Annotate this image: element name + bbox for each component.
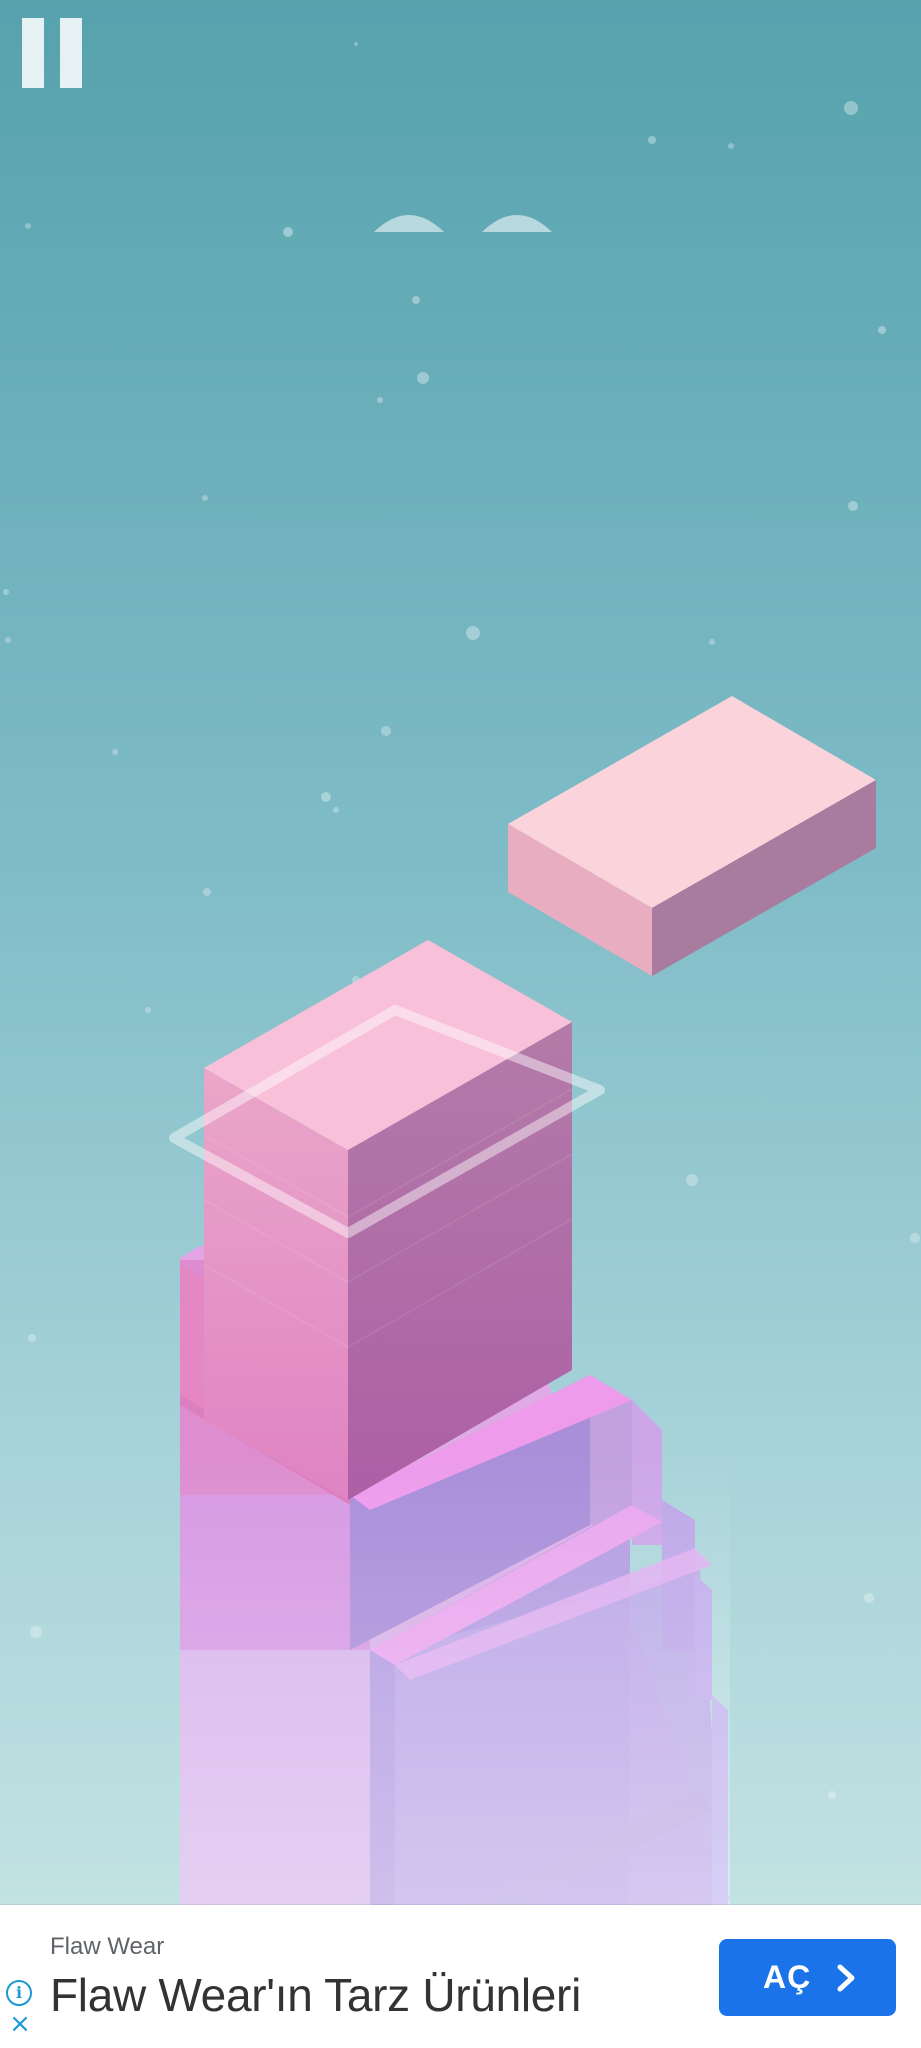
ad-advertiser: Flaw Wear bbox=[50, 1933, 165, 1960]
ad-headline[interactable]: Flaw Wear'ın Tarz Ürünleri bbox=[50, 1968, 581, 2022]
pause-button[interactable] bbox=[20, 18, 86, 90]
close-icon[interactable]: × bbox=[8, 2011, 32, 2037]
game-scene[interactable] bbox=[0, 0, 921, 1905]
info-icon[interactable]: i bbox=[6, 1980, 32, 2006]
chevron-right-icon bbox=[837, 1964, 855, 1992]
game-screen[interactable]: i × Flaw Wear Flaw Wear'ın Tarz Ürünleri… bbox=[0, 0, 921, 2048]
ad-open-button[interactable]: AÇ bbox=[719, 1939, 896, 2016]
ad-open-label: AÇ bbox=[763, 1959, 812, 1995]
pause-icon bbox=[22, 18, 44, 88]
pause-icon-bar bbox=[60, 18, 82, 88]
